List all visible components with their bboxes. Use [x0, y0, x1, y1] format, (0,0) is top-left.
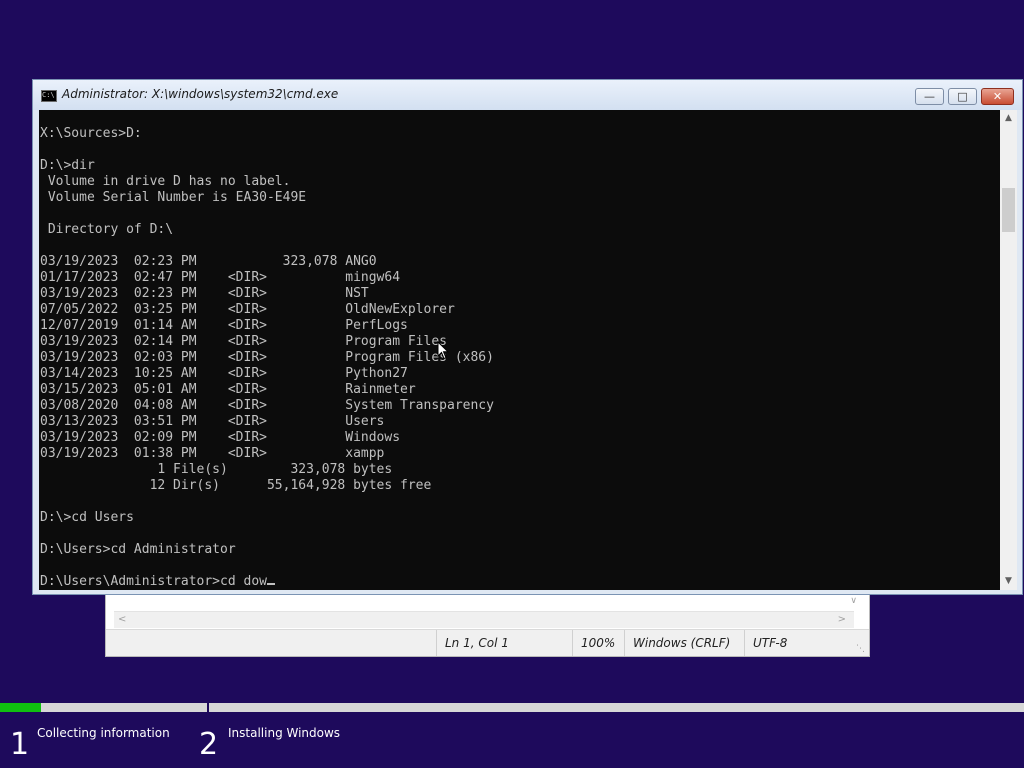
step-number-2: 2	[199, 727, 219, 762]
setup-progress-bar	[0, 700, 1024, 713]
cmd-app-icon[interactable]: C:\	[41, 90, 57, 102]
scroll-down-arrow-icon[interactable]: ∨	[850, 596, 857, 606]
console-input-line[interactable]: D:\Users\Administrator>cd dow	[40, 574, 267, 589]
console-area[interactable]: X:\Sources>D: D:\>dir Volume in drive D …	[39, 110, 1000, 590]
maximize-button[interactable]: □	[948, 88, 977, 105]
minimize-button[interactable]: —	[915, 88, 944, 105]
scroll-left-arrow-icon[interactable]: <	[118, 612, 126, 628]
step-number-1: 1	[10, 727, 30, 762]
console-history: X:\Sources>D: D:\>dir Volume in drive D …	[40, 126, 494, 557]
status-zoom: 100%	[572, 630, 624, 656]
console-output[interactable]: X:\Sources>D: D:\>dir Volume in drive D …	[39, 110, 1000, 590]
notepad-status-bar: Ln 1, Col 1 100% Windows (CRLF) UTF-8 ⋱	[106, 629, 869, 656]
step-label-installing: Installing Windows	[228, 726, 341, 740]
setup-progress-fill	[0, 703, 41, 712]
mouse-pointer-icon	[437, 341, 449, 360]
status-encoding: UTF-8	[744, 630, 864, 656]
scroll-right-arrow-icon[interactable]: >	[838, 612, 846, 628]
scrollbar-thumb[interactable]	[1002, 188, 1015, 232]
close-button[interactable]: ✕	[981, 88, 1014, 105]
resize-grip-icon[interactable]: ⋱	[856, 644, 865, 654]
scroll-down-arrow-icon[interactable]: ▼	[1000, 573, 1017, 590]
progress-step-divider	[207, 700, 209, 713]
status-line-endings: Windows (CRLF)	[624, 630, 744, 656]
horizontal-scrollbar[interactable]: < >	[114, 611, 854, 628]
status-cursor-position: Ln 1, Col 1	[436, 630, 572, 656]
notepad-window[interactable]: ∨ < > Ln 1, Col 1 100% Windows (CRLF) UT…	[105, 592, 870, 657]
window-title: Administrator: X:\windows\system32\cmd.e…	[62, 87, 339, 101]
scroll-up-arrow-icon[interactable]: ▲	[1000, 110, 1017, 127]
vertical-scrollbar[interactable]: ▲ ▼	[1000, 110, 1017, 590]
cmd-window[interactable]: C:\ Administrator: X:\windows\system32\c…	[32, 79, 1023, 595]
step-label-collecting: Collecting information	[37, 726, 170, 740]
text-cursor	[266, 583, 275, 585]
title-bar[interactable]: C:\ Administrator: X:\windows\system32\c…	[33, 80, 1022, 110]
